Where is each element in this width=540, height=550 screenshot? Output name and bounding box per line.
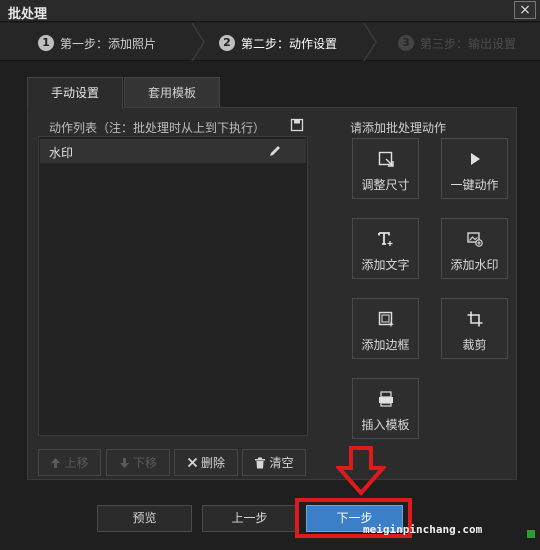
one-click-action-label: 一键动作 <box>450 178 499 192</box>
crop-button[interactable]: 裁剪 <box>441 298 508 359</box>
arrow-down-annotation-icon <box>336 446 386 496</box>
add-text-button[interactable]: 添加文字 <box>352 218 419 279</box>
trash-icon <box>255 457 266 468</box>
template-icon <box>379 391 393 407</box>
preview-button[interactable]: 预览 <box>97 505 192 532</box>
one-click-action-button[interactable]: 一键动作 <box>441 138 508 199</box>
play-icon <box>471 153 480 165</box>
move-up-label: 上移 <box>64 456 89 470</box>
resize-label: 调整尺寸 <box>361 178 410 192</box>
insert-template-label: 插入模板 <box>361 418 410 432</box>
add-watermark-label: 添加水印 <box>450 258 499 272</box>
title-bar: 批处理 × <box>0 0 540 22</box>
action-list-header: 动作列表（注：批处理时从上到下执行） <box>49 121 266 135</box>
move-down-label: 下移 <box>132 456 157 470</box>
step-1: 1 第一步：添加照片 <box>38 33 156 53</box>
add-border-button[interactable]: 添加边框 <box>352 298 419 359</box>
step-2: 2 第二步：动作设置 <box>219 33 337 53</box>
delete-label: 删除 <box>200 456 225 470</box>
resize-button[interactable]: 调整尺寸 <box>352 138 419 199</box>
list-item[interactable]: 水印 <box>40 139 306 163</box>
step-3-label: 第三步：输出设置 <box>420 36 517 51</box>
crop-label: 裁剪 <box>462 338 487 352</box>
border-icon <box>378 311 394 327</box>
previous-step-button[interactable]: 上一步 <box>202 505 297 532</box>
add-actions-header: 请添加批处理动作 <box>350 121 447 135</box>
step-3-number: 3 <box>398 35 414 51</box>
move-down-button[interactable]: 下移 <box>106 449 170 476</box>
site-watermark: meiginpinchang.com <box>363 523 483 536</box>
step-1-number: 1 <box>38 35 54 51</box>
arrow-up-icon <box>51 457 61 468</box>
delete-button[interactable]: 删除 <box>174 449 238 476</box>
watermark-dot <box>527 530 535 538</box>
step-separator-1 <box>191 23 205 61</box>
clear-button[interactable]: 清空 <box>242 449 306 476</box>
add-border-label: 添加边框 <box>361 338 410 352</box>
close-button[interactable]: × <box>514 1 536 19</box>
arrow-down-icon <box>119 457 129 468</box>
text-icon <box>378 232 393 246</box>
step-1-label: 第一步：添加照片 <box>60 36 157 51</box>
step-2-number: 2 <box>219 35 235 51</box>
tab-apply-template[interactable]: 套用模板 <box>124 77 220 108</box>
insert-template-button[interactable]: 插入模板 <box>352 378 419 439</box>
action-list[interactable]: 水印 <box>38 136 308 436</box>
step-2-label: 第二步：动作设置 <box>241 36 338 51</box>
add-text-label: 添加文字 <box>361 258 410 272</box>
x-icon <box>187 457 198 468</box>
save-list-icon[interactable] <box>290 118 304 132</box>
crop-icon <box>467 311 483 327</box>
pencil-icon[interactable] <box>268 144 282 158</box>
tab-manual-settings[interactable]: 手动设置 <box>27 77 123 109</box>
move-up-button[interactable]: 上移 <box>38 449 101 476</box>
step-separator-2 <box>363 23 377 61</box>
resize-icon <box>378 151 394 167</box>
step-bar: 1 第一步：添加照片 2 第二步：动作设置 3 第三步：输出设置 <box>0 23 540 61</box>
step-3: 3 第三步：输出设置 <box>398 33 516 53</box>
window-title: 批处理 <box>8 7 48 22</box>
list-item-label: 水印 <box>49 146 74 160</box>
clear-label: 清空 <box>269 456 294 470</box>
image-add-icon <box>467 232 483 247</box>
add-watermark-button[interactable]: 添加水印 <box>441 218 508 279</box>
